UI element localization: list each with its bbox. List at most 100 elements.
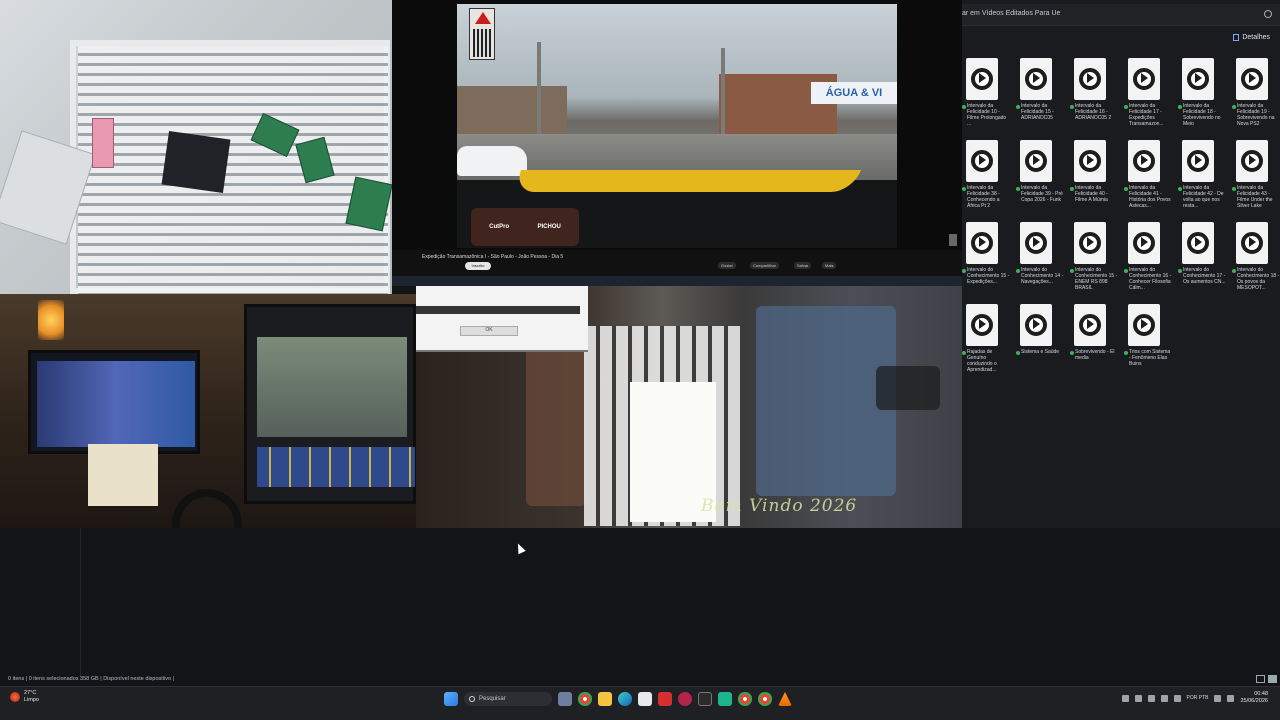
play-icon bbox=[1087, 155, 1094, 165]
network-icon[interactable] bbox=[1160, 694, 1168, 702]
file-name: Intervalo da Felicidade 41 - História do… bbox=[1129, 185, 1171, 209]
badge-label: PICHOU bbox=[537, 224, 561, 230]
mouse-cursor bbox=[514, 541, 526, 555]
language-indicator[interactable]: POR PTB bbox=[1187, 695, 1209, 701]
app-icon-teal[interactable] bbox=[718, 692, 732, 706]
video-file-item[interactable]: Intervalo da Felicidade 19 - Sobrevivend… bbox=[1232, 56, 1280, 132]
security-icon[interactable] bbox=[1147, 694, 1155, 702]
weather-text: 27°C Limpo bbox=[24, 690, 39, 704]
video-file-item[interactable]: Intervalo da Felicidade 41 - História do… bbox=[1124, 138, 1178, 214]
clock[interactable]: 00:48 25/06/2026 bbox=[1240, 691, 1268, 705]
popup-dialog[interactable]: OK bbox=[416, 286, 588, 352]
video-file-item[interactable]: Intervalo do Conhecimento 17 - Os aument… bbox=[1178, 220, 1232, 296]
play-icon bbox=[1087, 237, 1094, 247]
save-button[interactable]: Salvar bbox=[794, 262, 812, 269]
video-file-item[interactable]: Intervalo da Felicidade 10 - Filme Prolo… bbox=[962, 56, 1016, 132]
volume-icon[interactable] bbox=[1227, 694, 1235, 702]
clock-date: 25/06/2026 bbox=[1240, 698, 1268, 704]
cloud-icon[interactable] bbox=[1134, 694, 1142, 702]
video-file-item[interactable]: Intervalo da Felicidade 18 - Sobrevivend… bbox=[1178, 56, 1232, 132]
search-icon[interactable] bbox=[1264, 10, 1272, 18]
file-name: Intervalo da Felicidade 15 - ADRIANOC05 bbox=[1021, 103, 1054, 121]
video-file-item[interactable]: Intervalo do Conhecimento 14 - Navegaçõe… bbox=[1016, 220, 1070, 296]
play-icon bbox=[979, 319, 986, 329]
video-frame[interactable]: ÁGUA & VI CutPro PICHOU bbox=[457, 4, 897, 248]
file-grid: Intervalo da Felicidade 10 - Filme Prolo… bbox=[962, 56, 1280, 378]
video-file-item[interactable]: Intervalo do Conhecimento 16 - Conhecer … bbox=[1124, 220, 1178, 296]
dialog-ok-button[interactable]: OK bbox=[460, 326, 518, 336]
details-label: Detalhes bbox=[1242, 34, 1270, 41]
video-title: Expedição Transamazônica I - São Paulo -… bbox=[422, 254, 564, 260]
camera-feed-window[interactable] bbox=[0, 0, 392, 294]
file-name: Intervalo do Conhecimento 17 - Os aument… bbox=[1183, 267, 1226, 285]
media-player-icon[interactable] bbox=[678, 692, 692, 706]
details-view-icon[interactable] bbox=[1256, 675, 1265, 683]
play-icon bbox=[979, 237, 986, 247]
file-explorer[interactable]: ar em Vídeos Editados Para Ue Detalhes I… bbox=[962, 0, 1280, 528]
store-icon[interactable] bbox=[638, 692, 652, 706]
wifi-icon[interactable] bbox=[1214, 694, 1222, 702]
video-file-item[interactable]: Intervalo da Felicidade 43 - Filme Under… bbox=[1232, 138, 1280, 214]
edge-icon[interactable] bbox=[618, 692, 632, 706]
task-view-icon[interactable] bbox=[558, 692, 572, 706]
video-file-item[interactable]: Intervalo do Conhecimento 15 - ENEM RS 8… bbox=[1070, 220, 1124, 296]
vlc-icon[interactable] bbox=[778, 692, 792, 706]
video-file-item[interactable]: Intervalo do Conhecimento 18 - Os povos … bbox=[1232, 220, 1280, 296]
video-file-item[interactable]: Intervalo da Felicidade 17 - Expedições … bbox=[1124, 56, 1178, 132]
like-button[interactable]: Gostei bbox=[718, 262, 736, 269]
file-name: Intervalo da Felicidade 42 - De volta ao… bbox=[1183, 185, 1224, 209]
video-file-item[interactable]: Sobrevivendo - El media bbox=[1070, 302, 1124, 378]
file-name: Intervalo do Conhecimento 16 - Conhecer … bbox=[1129, 267, 1172, 291]
video-file-item[interactable]: Intervalo da Felicidade 40 - Filme A Múm… bbox=[1070, 138, 1124, 214]
share-button[interactable]: Compartilhar bbox=[750, 262, 779, 269]
file-name: Intervalo do Conhecimento 15 - ENEM RS 8… bbox=[1075, 267, 1118, 291]
video-file-item[interactable]: Intervalo da Felicidade 38 - Conhecendo … bbox=[962, 138, 1016, 214]
camera-feed-desk[interactable] bbox=[0, 294, 416, 528]
start-icon[interactable] bbox=[444, 692, 458, 706]
taskbar-search[interactable]: Pesquisar bbox=[464, 692, 552, 706]
car-hood bbox=[512, 170, 862, 192]
chrome-icon[interactable] bbox=[578, 692, 592, 706]
details-icon bbox=[1233, 34, 1240, 41]
obs-icon[interactable] bbox=[698, 692, 712, 706]
more-button[interactable]: Mais bbox=[822, 262, 837, 269]
player-scroll-handle[interactable] bbox=[949, 234, 957, 246]
address-bar[interactable]: ar em Vídeos Editados Para Ue bbox=[962, 4, 1280, 26]
play-icon bbox=[1141, 73, 1148, 83]
play-icon bbox=[1033, 155, 1040, 165]
file-name: Intervalo do Conhecimento 15 - Expediçõe… bbox=[967, 267, 1010, 285]
details-button[interactable]: Detalhes bbox=[1233, 34, 1270, 41]
bluetooth-icon[interactable] bbox=[1173, 694, 1181, 702]
video-file-item[interactable]: Trios com Sistema - Fenômeno Elas Buins bbox=[1124, 302, 1178, 378]
video-file-item[interactable]: Intervalo da Felicidade 15 - ADRIANOC05 bbox=[1016, 56, 1070, 132]
chrome-profile-icon[interactable] bbox=[738, 692, 752, 706]
chrome-profile-icon[interactable] bbox=[758, 692, 772, 706]
file-name: Trios com Sistema - Fenômeno Elas Buins bbox=[1129, 349, 1171, 367]
play-icon bbox=[1141, 319, 1148, 329]
editing-timeline bbox=[257, 447, 415, 487]
video-file-item[interactable]: Sistema e Saúde bbox=[1016, 302, 1070, 378]
play-icon bbox=[1249, 73, 1256, 83]
play-icon bbox=[979, 155, 986, 165]
watermark-text: Bem Vindo 2026 bbox=[701, 496, 858, 516]
play-icon bbox=[1195, 237, 1202, 247]
subscribe-button[interactable]: Inscrito bbox=[465, 262, 491, 270]
file-name: Intervalo da Felicidade 18 - Sobrevivend… bbox=[1183, 103, 1221, 127]
file-name: Intervalo da Felicidade 39 - Pré Copa 20… bbox=[1021, 185, 1063, 203]
app-icon-red[interactable] bbox=[658, 692, 672, 706]
file-name: Intervalo do Conhecimento 14 - Navegaçõe… bbox=[1021, 267, 1064, 285]
video-file-item[interactable]: Intervalo da Felicidade 42 - De volta ao… bbox=[1178, 138, 1232, 214]
tiles-view-icon[interactable] bbox=[1268, 675, 1277, 683]
video-player[interactable]: ÁGUA & VI CutPro PICHOU Expedição Transa… bbox=[392, 0, 962, 286]
file-explorer-icon[interactable] bbox=[598, 692, 612, 706]
video-file-item[interactable]: Rajadas de Genuíno conduzindo o Aprendiz… bbox=[962, 302, 1016, 378]
video-file-item[interactable]: Intervalo da Felicidade 16 - ADRIANOC05 … bbox=[1070, 56, 1124, 132]
tray-chevron-icon[interactable] bbox=[1121, 694, 1129, 702]
video-file-item[interactable]: Intervalo da Felicidade 39 - Pré Copa 20… bbox=[1016, 138, 1070, 214]
video-file-item[interactable]: Intervalo do Conhecimento 15 - Expediçõe… bbox=[962, 220, 1016, 296]
camera-feed-room[interactable]: OK Bem Vindo 2026 bbox=[416, 286, 962, 528]
file-name: Sobrevivendo - El media bbox=[1075, 349, 1115, 361]
weather-widget[interactable]: 27°C Limpo bbox=[10, 690, 39, 704]
play-icon bbox=[1141, 237, 1148, 247]
dialog-titlebar bbox=[416, 306, 580, 314]
